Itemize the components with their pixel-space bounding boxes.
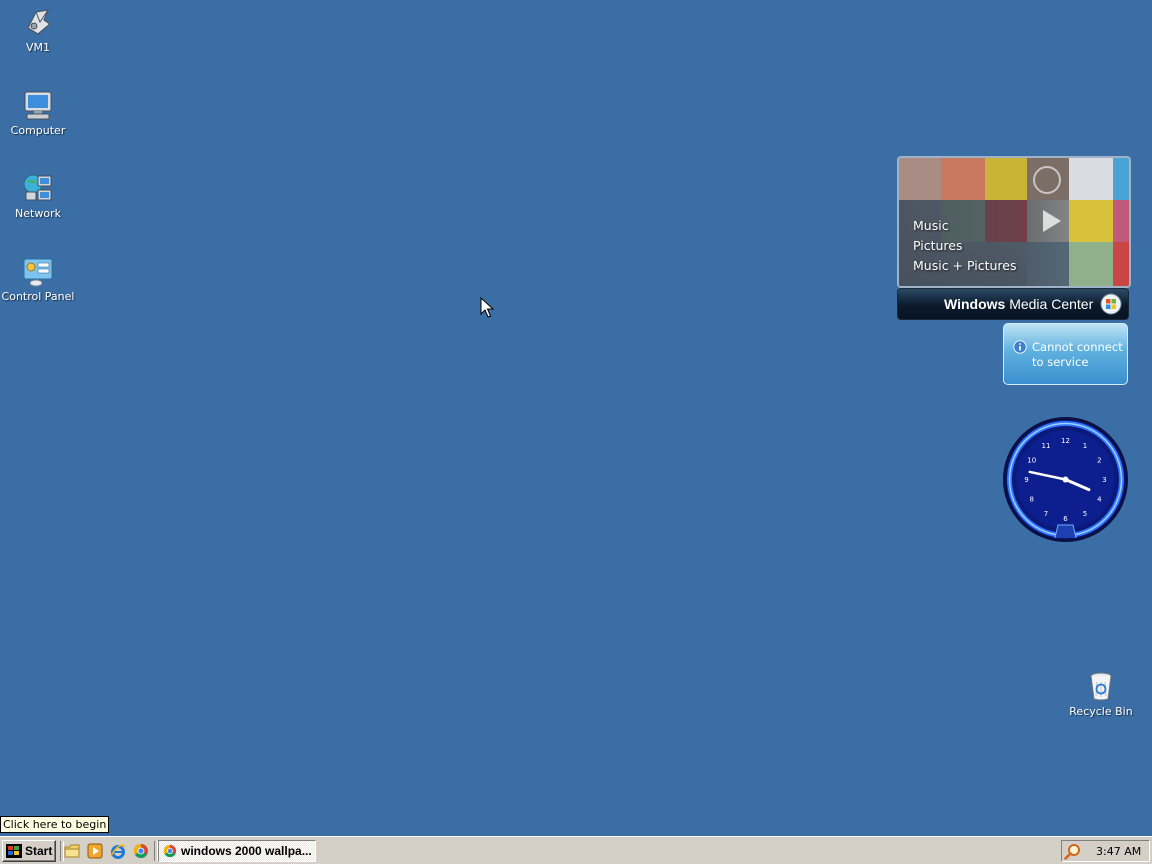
start-button[interactable]: Start [2, 840, 56, 862]
desktop-icon-label: Control Panel [1, 290, 75, 303]
menu-item-music-pictures[interactable]: Music + Pictures [913, 256, 1017, 276]
weather-message-line: Cannot connect [1032, 340, 1123, 354]
clock-numeral: 9 [1024, 476, 1028, 484]
media-center-menu: Music Pictures Music + Pictures [913, 216, 1017, 276]
media-center-title-bold: Windows [944, 296, 1006, 312]
clock-numeral: 8 [1029, 496, 1033, 504]
album-tile [941, 158, 985, 200]
album-tile [985, 158, 1027, 200]
clock-numeral: 6 [1063, 515, 1068, 523]
media-center-tiles[interactable]: Music Pictures Music + Pictures [897, 156, 1131, 288]
taskbar-button-chrome[interactable]: windows 2000 wallpa... [158, 840, 316, 862]
clock-numeral: 4 [1097, 496, 1102, 504]
taskbar: Start windows 2000 wallpa... 3:47 AM [0, 836, 1152, 864]
media-center-title: Windows Media Center [944, 296, 1093, 312]
vm-icon [27, 9, 52, 35]
start-label: Start [25, 844, 53, 858]
desktop-icon-network[interactable]: Network [0, 172, 76, 220]
control-panel-icon [23, 258, 53, 287]
clock-numeral: 10 [1027, 457, 1036, 465]
clock-gadget[interactable]: 121234567891011 [1002, 416, 1129, 543]
desktop-icon-recycle-bin[interactable]: Recycle Bin [1063, 670, 1139, 718]
disc-icon [1033, 166, 1061, 194]
system-tray: 3:47 AM [1061, 840, 1150, 862]
chrome-icon[interactable] [133, 843, 149, 859]
ie-icon[interactable] [110, 843, 126, 859]
windows-flag-icon [6, 844, 22, 858]
menu-item-music[interactable]: Music [913, 216, 1017, 236]
folder-icon[interactable] [64, 843, 80, 859]
info-icon [1013, 340, 1027, 354]
clock-numeral: 7 [1044, 510, 1048, 518]
weather-message-line: to service [1032, 355, 1089, 369]
album-tile [1113, 200, 1129, 242]
chrome-icon [163, 844, 177, 858]
media-center-title-rest: Media Center [1005, 296, 1094, 312]
start-tooltip: Click here to begin [0, 816, 110, 833]
play-icon [1043, 210, 1061, 232]
computer-icon [24, 91, 52, 120]
recycle-bin-icon [1090, 672, 1112, 701]
taskbar-button-label: windows 2000 wallpa... [181, 844, 312, 858]
windows-logo-icon [1100, 293, 1122, 315]
search-icon[interactable] [1064, 843, 1081, 860]
media-player-icon[interactable] [87, 843, 103, 859]
album-tile [1069, 200, 1113, 242]
desktop-icon-label: Computer [10, 124, 66, 137]
media-center-gadget[interactable]: Music Pictures Music + Pictures Windows … [897, 156, 1131, 320]
weather-error-message: Cannot connect to service [1032, 340, 1123, 370]
clock-numeral: 11 [1042, 442, 1051, 450]
desktop-icon-computer[interactable]: Computer [0, 89, 76, 137]
clock-numeral: 1 [1083, 442, 1087, 450]
desktop-icon-label: Network [15, 207, 61, 220]
album-tile [899, 158, 941, 200]
menu-item-pictures[interactable]: Pictures [913, 236, 1017, 256]
album-tile [1113, 158, 1129, 200]
weather-gadget[interactable]: Cannot connect to service [1003, 323, 1128, 385]
network-icon [23, 174, 52, 201]
clock-numeral: 12 [1061, 437, 1070, 445]
clock-numeral: 3 [1102, 476, 1106, 484]
media-center-launch-bar[interactable]: Windows Media Center [897, 288, 1129, 320]
desktop-icon-label: Recycle Bin [1069, 705, 1133, 718]
desktop-icon-vm1[interactable]: VM1 [0, 6, 76, 54]
clock-numeral: 2 [1097, 457, 1101, 465]
album-tile [1113, 242, 1129, 286]
clock-numeral: 5 [1083, 510, 1087, 518]
album-tile [1069, 242, 1113, 286]
mouse-cursor-icon [480, 297, 494, 318]
desktop-icon-control-panel[interactable]: Control Panel [0, 255, 76, 303]
tray-clock[interactable]: 3:47 AM [1096, 845, 1141, 858]
album-tile [1069, 158, 1113, 200]
desktop-icon-label: VM1 [25, 41, 50, 54]
